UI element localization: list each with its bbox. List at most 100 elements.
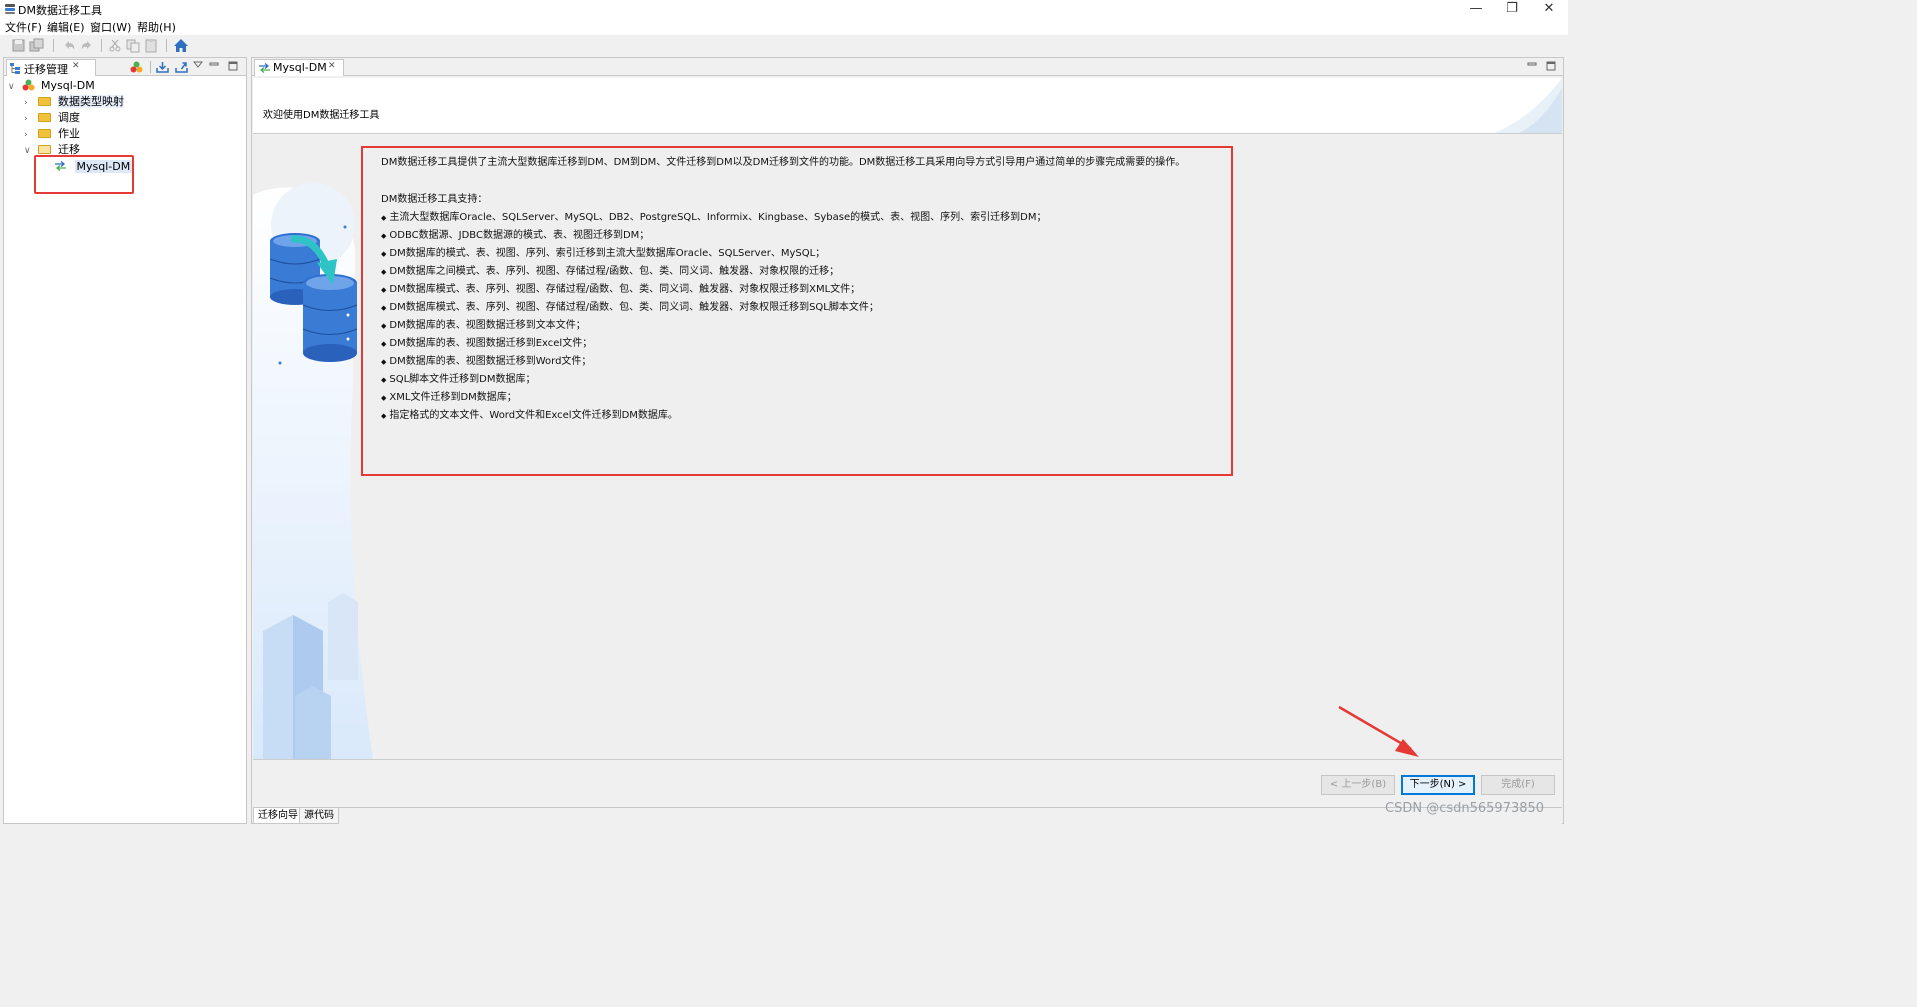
list-item: ◆ DM数据库的模式、表、视图、序列、索引迁移到主流大型数据库Oracle、SQL… <box>381 244 825 259</box>
export-icon[interactable] <box>175 61 188 73</box>
toolbar <box>0 35 1568 56</box>
toolbar-separator <box>53 39 54 52</box>
minimize-button[interactable]: — <box>1456 0 1496 18</box>
title-bar: DM数据迁移工具 — ❐ ✕ <box>0 0 1568 18</box>
bullet-icon: ◆ <box>381 322 387 330</box>
view-menu-icon[interactable] <box>193 61 203 69</box>
maximize-panel-icon[interactable] <box>228 61 238 71</box>
editor-header: Mysql-DM ✕ <box>252 58 1563 76</box>
tree-view-icon <box>10 63 20 74</box>
migration-manager-panel: 迁移管理 ✕ ∨ Mysql-DM › 数据类型映射 › 调度 › 作业 ∨ 迁… <box>3 57 247 824</box>
intro-text: DM数据迁移工具提供了主流大型数据库迁移到DM、DM到DM、文件迁移到DM以及D… <box>381 157 1186 168</box>
watermark: CSDN @csdn565973850 <box>1385 801 1545 816</box>
list-item-text: DM数据库的表、视图数据迁移到文本文件； <box>389 320 586 331</box>
tab-migration-wizard[interactable]: 迁移向导 <box>253 808 303 824</box>
bullet-icon: ◆ <box>381 340 387 348</box>
list-item: ◆ DM数据库之间模式、表、序列、视图、存储过程/函数、包、类、同义词、触发器、对… <box>381 262 839 277</box>
tree-item-label: 数据类型映射 <box>58 95 124 108</box>
menu-help[interactable]: 帮助(H) <box>137 19 176 35</box>
cut-icon[interactable] <box>107 38 123 53</box>
annotation-arrow <box>1338 705 1419 757</box>
bullet-icon: ◆ <box>381 232 387 240</box>
save-all-icon[interactable] <box>29 38 45 53</box>
list-item-text: DM数据库的表、视图数据迁移到Word文件； <box>389 356 592 367</box>
tree-root-label: Mysql-DM <box>41 79 95 92</box>
chevron-right-icon[interactable]: › <box>24 95 34 111</box>
header-separator <box>150 61 151 73</box>
tab-source-code[interactable]: 源代码 <box>299 808 339 824</box>
list-item-text: DM数据库模式、表、序列、视图、存储过程/函数、包、类、同义词、触发器、对象权限… <box>389 302 879 313</box>
wizard-button-bar: < 上一步(B) 下一步(N) > 完成(F) <box>253 759 1562 807</box>
list-item: ◆ DM数据库的表、视图数据迁移到Word文件； <box>381 352 591 367</box>
close-tab-icon[interactable]: ✕ <box>72 61 80 71</box>
list-item: ◆ ODBC数据源、JDBC数据源的模式、表、视图迁移到DM； <box>381 226 649 241</box>
tree-item-job[interactable]: › 作业 <box>24 126 80 142</box>
maximize-editor-icon[interactable] <box>1546 61 1556 71</box>
toolbar-separator <box>101 39 102 52</box>
bullet-icon: ◆ <box>381 394 387 402</box>
bullet-icon: ◆ <box>381 358 387 366</box>
app-icon <box>5 4 15 14</box>
list-item-text: DM数据库的表、视图数据迁移到Excel文件； <box>389 338 593 349</box>
connection-icon[interactable] <box>130 61 143 73</box>
minimize-panel-icon[interactable] <box>209 61 219 69</box>
list-item: ◆ DM数据库模式、表、序列、视图、存储过程/函数、包、类、同义词、触发器、对象权… <box>381 280 860 295</box>
chevron-down-icon[interactable]: ∨ <box>8 79 18 95</box>
welcome-title: 欢迎使用DM数据迁移工具 <box>263 110 380 121</box>
connection-icon <box>22 79 34 91</box>
close-tab-icon[interactable]: ✕ <box>328 61 336 71</box>
list-item: ◆ DM数据库的表、视图数据迁移到文本文件； <box>381 316 586 331</box>
panel-header: 迁移管理 ✕ <box>4 58 246 76</box>
chevron-down-icon[interactable]: ∨ <box>24 143 34 159</box>
minimize-editor-icon[interactable] <box>1527 61 1537 69</box>
bullet-icon: ◆ <box>381 286 387 294</box>
home-icon[interactable] <box>173 38 189 53</box>
next-button[interactable]: 下一步(N) > <box>1401 775 1475 795</box>
bullet-icon: ◆ <box>381 376 387 384</box>
menu-window[interactable]: 窗口(W) <box>90 19 131 35</box>
bullet-icon: ◆ <box>381 214 387 222</box>
menu-file[interactable]: 文件(F) <box>5 19 42 35</box>
banner-decoration <box>1494 78 1562 133</box>
list-item-text: 主流大型数据库Oracle、SQLServer、MySQL、DB2、Postgr… <box>389 212 1047 223</box>
tab-label: Mysql-DM <box>273 61 327 74</box>
window-title: DM数据迁移工具 <box>18 4 102 17</box>
list-item: ◆ DM数据库的表、视图数据迁移到Excel文件； <box>381 334 592 349</box>
finish-button[interactable]: 完成(F) <box>1481 775 1555 795</box>
chevron-right-icon[interactable]: › <box>24 127 34 143</box>
open-folder-icon <box>37 145 51 154</box>
save-icon[interactable] <box>11 38 27 53</box>
paste-icon[interactable] <box>143 38 159 53</box>
restore-button[interactable]: ❐ <box>1492 0 1532 18</box>
toolbar-separator <box>166 39 167 52</box>
list-item: ◆ 指定格式的文本文件、Word文件和Excel文件迁移到DM数据库。 <box>381 406 678 421</box>
bottom-tab-bar: 迁移向导 源代码 <box>253 807 1562 824</box>
chevron-right-icon[interactable]: › <box>24 111 34 127</box>
undo-icon[interactable] <box>61 38 77 53</box>
list-item-text: ODBC数据源、JDBC数据源的模式、表、视图迁移到DM； <box>389 230 650 241</box>
back-button[interactable]: < 上一步(B) <box>1321 775 1395 795</box>
redo-icon[interactable] <box>79 38 95 53</box>
list-item: ◆ 主流大型数据库Oracle、SQLServer、MySQL、DB2、Postg… <box>381 208 1046 223</box>
tab-label: 迁移管理 <box>24 63 68 76</box>
bullet-icon: ◆ <box>381 268 387 276</box>
menu-bar: 文件(F) 编辑(E) 窗口(W) 帮助(H) <box>0 18 1568 35</box>
close-button[interactable]: ✕ <box>1529 0 1569 18</box>
copy-icon[interactable] <box>125 38 141 53</box>
menu-edit[interactable]: 编辑(E) <box>47 19 85 35</box>
bullet-icon: ◆ <box>381 412 387 420</box>
tab-migration-manager[interactable]: 迁移管理 ✕ <box>6 59 96 76</box>
annotation-highlight-box <box>34 155 134 194</box>
tree-item-type-mapping[interactable]: › 数据类型映射 <box>24 94 124 110</box>
folder-icon <box>37 97 51 106</box>
tree-item-schedule[interactable]: › 调度 <box>24 110 80 126</box>
list-item-text: 指定格式的文本文件、Word文件和Excel文件迁移到DM数据库。 <box>389 410 678 421</box>
bullet-icon: ◆ <box>381 250 387 258</box>
migration-icon <box>259 63 270 73</box>
tab-mysql-dm[interactable]: Mysql-DM ✕ <box>254 59 344 76</box>
import-icon[interactable] <box>156 61 169 73</box>
bullet-icon: ◆ <box>381 304 387 312</box>
folder-icon <box>37 129 51 138</box>
tree-root[interactable]: ∨ Mysql-DM <box>8 78 95 94</box>
feature-list: ◆ 主流大型数据库Oracle、SQLServer、MySQL、DB2、Postg… <box>381 208 1231 428</box>
